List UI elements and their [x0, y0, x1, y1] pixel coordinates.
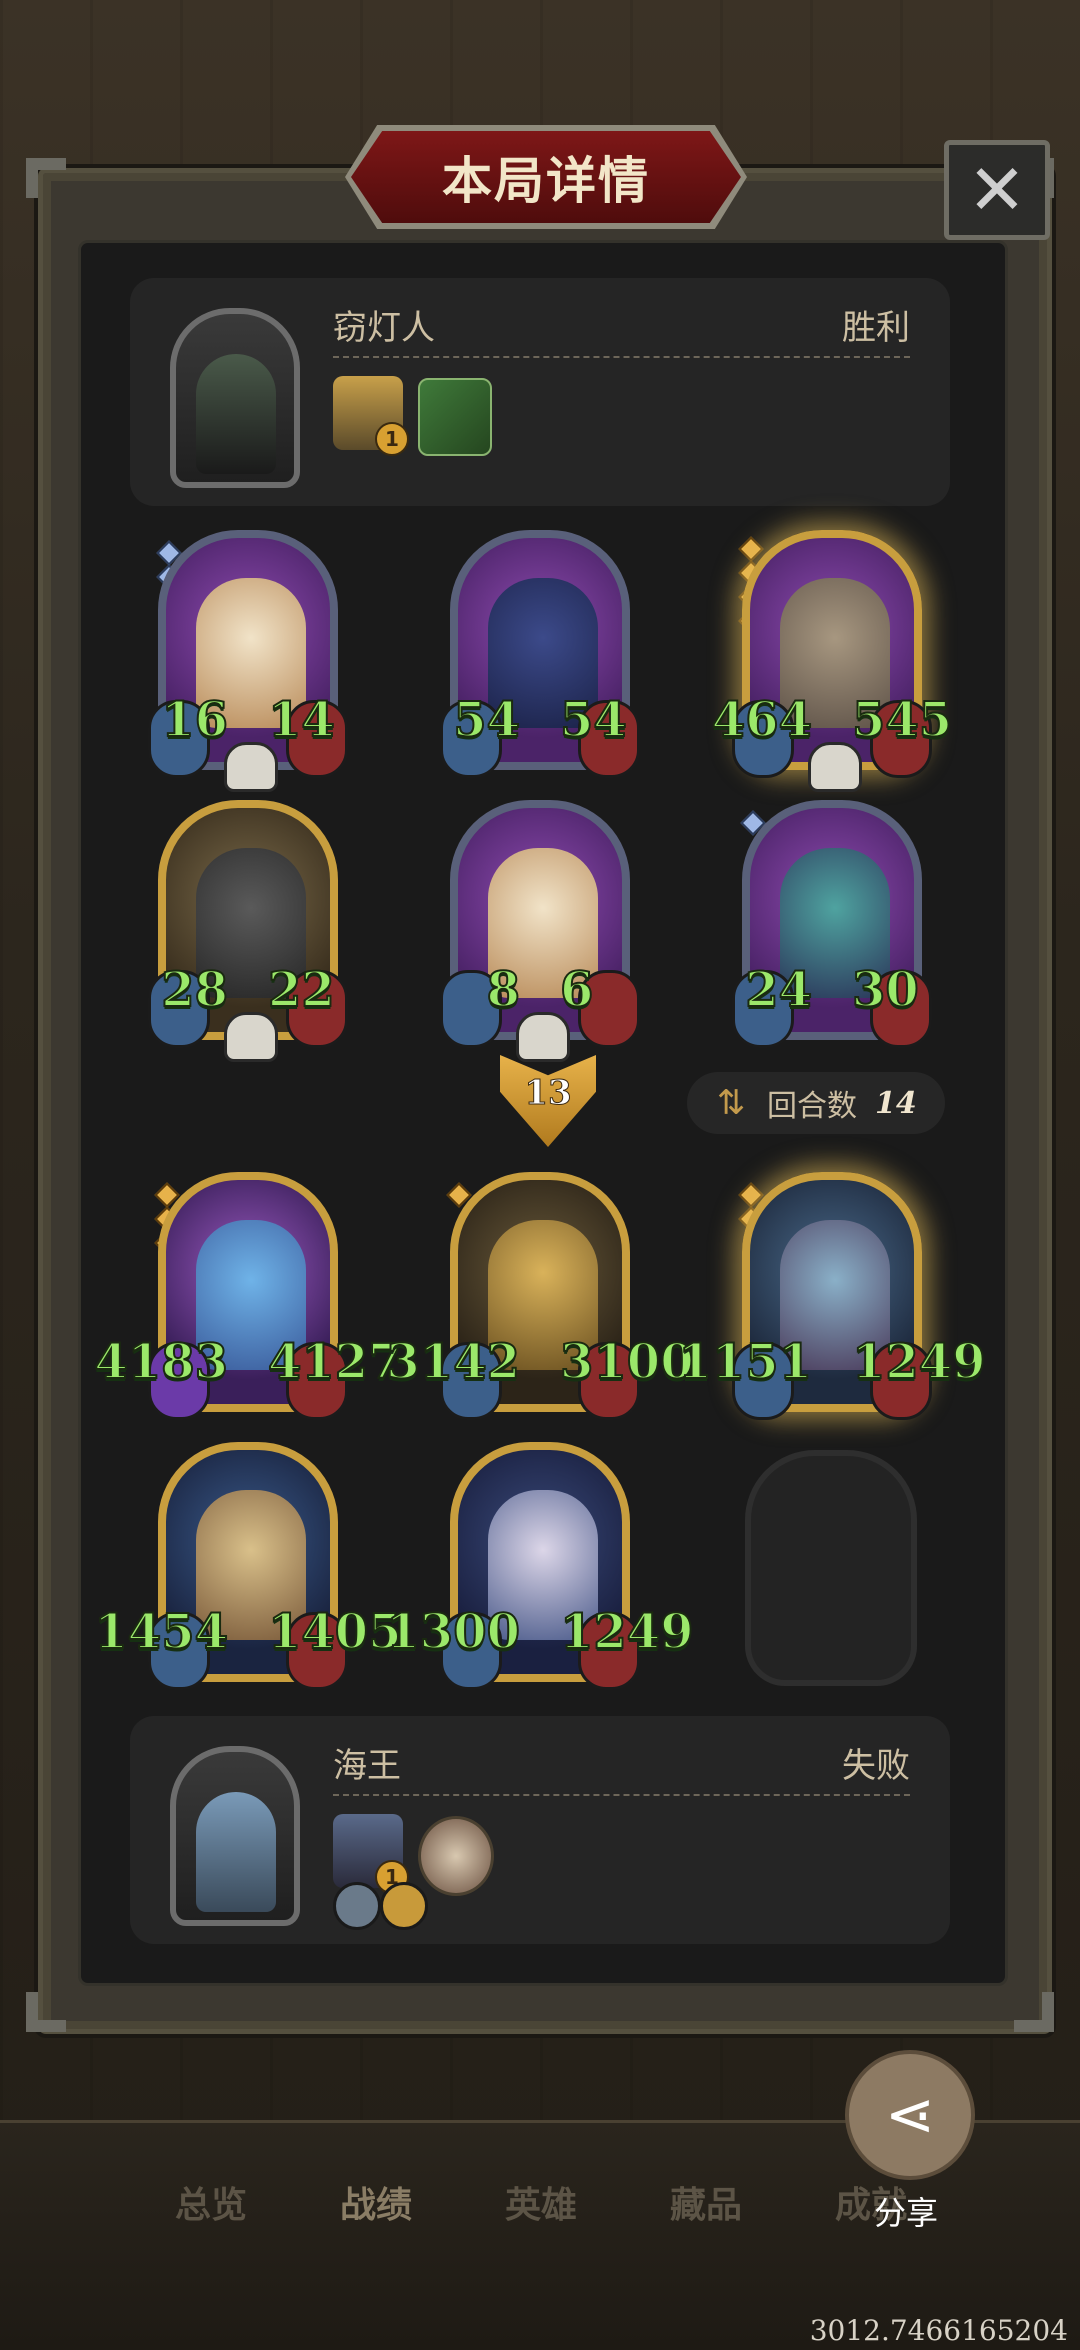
- dialog-title: 本局详情: [351, 131, 741, 223]
- minion-health: 4127: [267, 1333, 403, 1391]
- tab-records[interactable]: 战绩: [340, 2176, 412, 2228]
- minion-health: 14: [267, 691, 336, 749]
- minion-attack: 1300: [385, 1603, 521, 1661]
- player-avatar[interactable]: [170, 1746, 300, 1926]
- tab-heroes[interactable]: 英雄: [505, 2176, 577, 2228]
- minion-health: 30: [851, 961, 920, 1019]
- minion-card-golden[interactable]: 1151 1249: [677, 1172, 987, 1420]
- minion-attack: 16: [160, 691, 229, 749]
- minion-attack: 54: [452, 691, 521, 749]
- minion-attack: 8: [486, 961, 521, 1019]
- minion-attack: 3142: [385, 1333, 521, 1391]
- minion-attack: 28: [160, 961, 229, 1019]
- hero-power-item[interactable]: 1: [333, 376, 409, 456]
- deathrattle-skull-icon: [516, 1012, 570, 1062]
- rounds-value: 14: [875, 1085, 917, 1121]
- minion-card[interactable]: 54 54: [440, 530, 640, 778]
- buff-gold-icon[interactable]: [380, 1882, 428, 1930]
- divider: [333, 356, 910, 358]
- rounds-pill: ⇅ 回合数 14: [687, 1072, 945, 1134]
- minion-health: 3100: [559, 1333, 695, 1391]
- tab-overview[interactable]: 总览: [175, 2176, 247, 2228]
- minion-card-golden[interactable]: 464 545: [711, 530, 953, 792]
- winner-panel: 窃灯人 胜利 1: [130, 278, 950, 506]
- minion-attack: 464: [711, 691, 813, 749]
- minion-attack: 1454: [93, 1603, 229, 1661]
- share-button[interactable]: ⋖: [845, 2050, 975, 2180]
- relic-item-icon[interactable]: [418, 1816, 494, 1896]
- book-item-icon[interactable]: [418, 378, 492, 456]
- minion-attack: 1151: [677, 1333, 813, 1391]
- divider: [333, 1794, 910, 1796]
- minion-attack: 4183: [93, 1333, 229, 1391]
- loser-panel: 海王 失败 1: [130, 1716, 950, 1944]
- empty-minion-slot: [745, 1450, 917, 1686]
- level-badge: 1: [375, 422, 409, 456]
- minion-card[interactable]: 8 6: [440, 800, 640, 1062]
- minion-card-golden[interactable]: 1454 1405: [93, 1442, 403, 1690]
- tab-collection[interactable]: 藏品: [670, 2176, 742, 2228]
- buff-sword-icon[interactable]: [333, 1882, 381, 1930]
- minion-health: 22: [267, 961, 336, 1019]
- minion-health: 54: [559, 691, 628, 749]
- deathrattle-skull-icon: [808, 742, 862, 792]
- player-name: 窃灯人: [333, 308, 435, 348]
- footer-value: 3012.7466165204: [809, 2314, 1068, 2347]
- close-icon: ✕: [967, 149, 1027, 231]
- minion-card-golden[interactable]: 4183 4127: [93, 1172, 403, 1420]
- share-label: 分享: [874, 2194, 939, 2232]
- deathrattle-skull-icon: [224, 1012, 278, 1062]
- player-avatar[interactable]: [170, 308, 300, 488]
- player-name: 海王: [333, 1746, 401, 1786]
- minion-health: 1249: [851, 1333, 987, 1391]
- rounds-label: 回合数: [767, 1089, 857, 1124]
- minion-health: 1249: [559, 1603, 695, 1661]
- share-icon: ⋖: [884, 2080, 936, 2150]
- close-button[interactable]: ✕: [944, 140, 1050, 240]
- minion-card[interactable]: 16 14: [148, 530, 348, 792]
- minion-health: 6: [559, 961, 594, 1019]
- minion-health: 1405: [267, 1603, 403, 1661]
- minion-attack: 24: [744, 961, 813, 1019]
- hero-power-item[interactable]: 1: [333, 1814, 409, 1894]
- refresh-icon: ⇅: [716, 1083, 746, 1123]
- deathrattle-skull-icon: [224, 742, 278, 792]
- match-result: 失败: [842, 1746, 910, 1786]
- match-result: 胜利: [842, 308, 910, 348]
- minion-card-golden[interactable]: 28 22: [148, 800, 348, 1062]
- damage-value: 13: [524, 1073, 572, 1114]
- minion-health: 545: [851, 691, 953, 749]
- minion-card[interactable]: 24 30: [732, 800, 932, 1048]
- minion-card-golden[interactable]: 1300 1249: [385, 1442, 695, 1690]
- minion-card-golden[interactable]: 3142 3100: [385, 1172, 695, 1420]
